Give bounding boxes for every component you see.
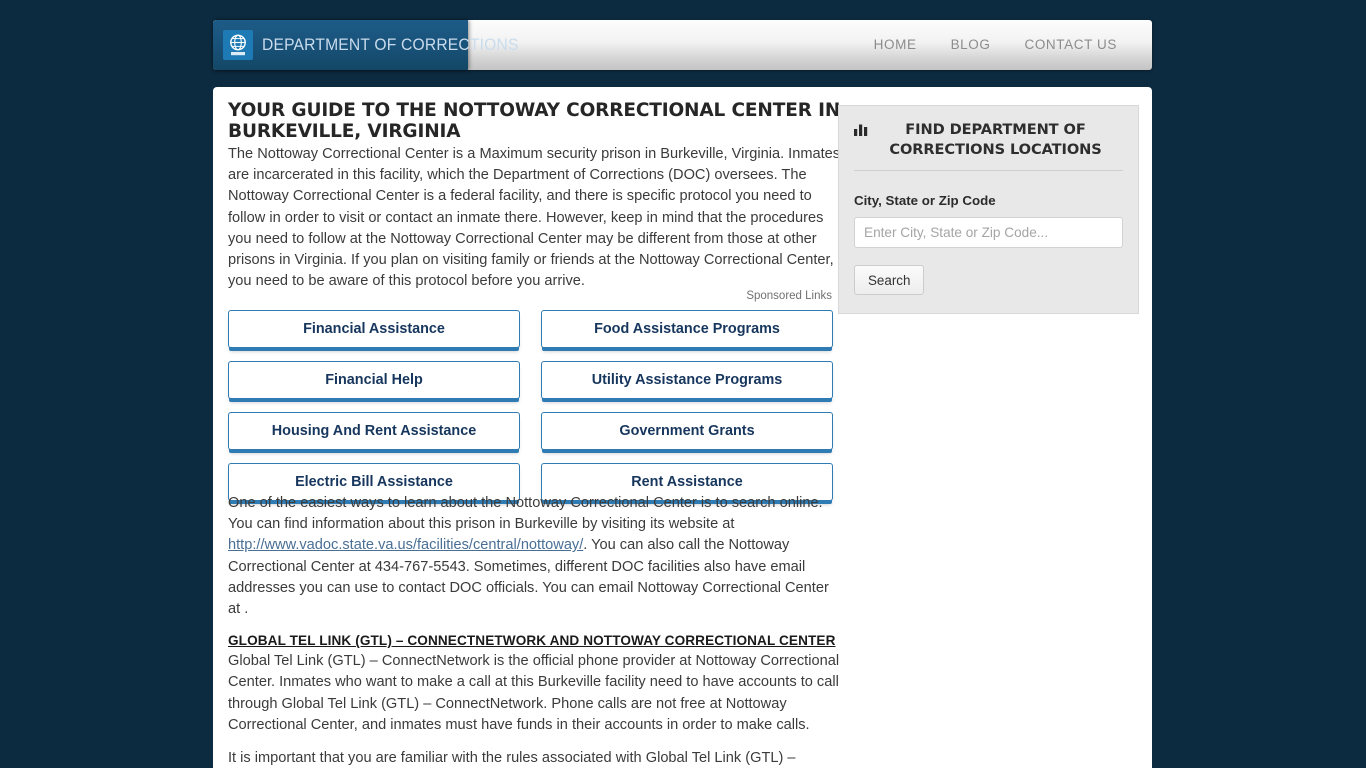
globe-badge-icon [223, 30, 253, 60]
sponsored-links-section: Sponsored Links Financial Assistance Foo… [228, 290, 833, 501]
bar-chart-icon [854, 122, 868, 142]
sponsored-links-grid: Financial Assistance Food Assistance Pro… [228, 310, 833, 501]
article-website-paragraph: One of the easiest ways to learn about t… [228, 493, 841, 620]
page-title: YOUR GUIDE TO THE NOTTOWAY CORRECTIONAL … [228, 100, 841, 142]
sponsored-link-button[interactable]: Housing And Rent Assistance [228, 412, 520, 450]
main-nav: HOME BLOG CONTACT US [857, 20, 1134, 70]
widget-title-row: FIND DEPARTMENT OF CORRECTIONS LOCATIONS [854, 120, 1123, 160]
sponsored-link-button[interactable]: Government Grants [541, 412, 833, 450]
nav-home[interactable]: HOME [857, 20, 934, 70]
widget-title-text: FIND DEPARTMENT OF CORRECTIONS LOCATIONS [889, 121, 1102, 158]
article-top: YOUR GUIDE TO THE NOTTOWAY CORRECTIONAL … [228, 100, 841, 292]
sidebar-locations-widget: FIND DEPARTMENT OF CORRECTIONS LOCATIONS… [838, 105, 1139, 314]
sponsored-link-button[interactable]: Food Assistance Programs [541, 310, 833, 348]
gtl-section-heading: GLOBAL TEL LINK (GTL) – CONNECTNETWORK A… [228, 633, 836, 649]
location-field-label: City, State or Zip Code [854, 193, 996, 208]
facility-website-link[interactable]: http://www.vadoc.state.va.us/facilities/… [228, 537, 583, 553]
brand-logo-block[interactable]: DEPARTMENT OF CORRECTIONS [213, 20, 518, 70]
nav-contact-us[interactable]: CONTACT US [1007, 20, 1134, 70]
brand-title: DEPARTMENT OF CORRECTIONS [262, 35, 519, 54]
article-intro-paragraph: The Nottoway Correctional Center is a Ma… [228, 146, 841, 290]
sponsored-link-button[interactable]: Utility Assistance Programs [541, 361, 833, 399]
gtl-paragraph: Global Tel Link (GTL) – ConnectNetwork i… [228, 653, 840, 733]
location-search-input[interactable] [854, 217, 1123, 248]
location-search-button[interactable]: Search [854, 265, 925, 295]
site-header: DEPARTMENT OF CORRECTIONS HOME BLOG CONT… [213, 20, 1152, 70]
article-body: One of the easiest ways to learn about t… [228, 493, 841, 768]
widget-divider [854, 170, 1123, 171]
sponsored-link-button[interactable]: Financial Assistance [228, 310, 520, 348]
sponsored-links-label: Sponsored Links [746, 290, 832, 302]
sponsored-link-button[interactable]: Financial Help [228, 361, 520, 399]
website-paragraph-pre: One of the easiest ways to learn about t… [228, 495, 823, 533]
gtl-paragraph-continued: It is important that you are familiar wi… [228, 750, 796, 767]
page-root: DEPARTMENT OF CORRECTIONS HOME BLOG CONT… [0, 0, 1366, 768]
nav-blog[interactable]: BLOG [934, 20, 1008, 70]
